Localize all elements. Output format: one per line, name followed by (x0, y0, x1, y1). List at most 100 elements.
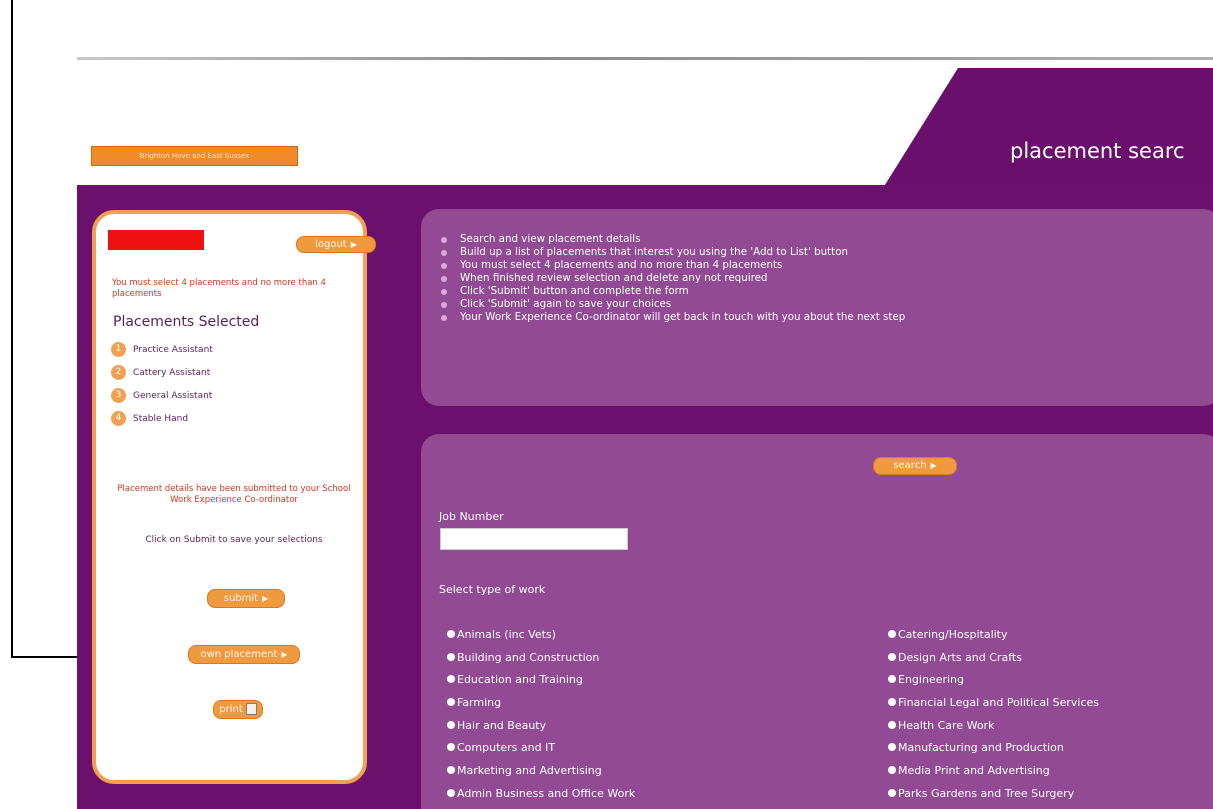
work-type-label: Manufacturing and Production (898, 741, 1064, 755)
work-type-option[interactable]: Hair and Beauty (447, 715, 635, 738)
search-label: search (893, 460, 927, 471)
radio-icon[interactable] (888, 766, 896, 775)
page-title: placement searc (1010, 139, 1185, 163)
selection-warning: You must select 4 placements and no more… (112, 278, 326, 299)
radio-icon[interactable] (888, 652, 896, 661)
page: Brighton Hove and East Sussex placement … (77, 57, 1213, 809)
instructions-list: Search and view placement details Build … (441, 233, 905, 324)
search-button[interactable]: search ▶ (873, 457, 957, 475)
radio-icon[interactable] (447, 788, 455, 797)
work-type-label: Engineering (898, 673, 964, 687)
instruction-item: When finished review selection and delet… (441, 272, 905, 285)
search-panel: search ▶ Job Number Select type of work A… (421, 434, 1213, 809)
placement-label: Cattery Assistant (133, 368, 211, 378)
selected-placement-item[interactable]: 4 Stable Hand (111, 411, 213, 434)
submit-label: submit (223, 593, 259, 604)
arrow-right-icon: ▶ (262, 594, 269, 603)
radio-icon[interactable] (888, 788, 896, 797)
job-number-label: Job Number (439, 510, 504, 523)
radio-icon[interactable] (447, 675, 455, 684)
work-type-label: Computers and IT (457, 741, 556, 755)
submit-instruction: Click on Submit to save your selections (145, 535, 323, 545)
work-type-option[interactable]: Health Care Work (888, 715, 1099, 738)
work-type-label: Media Print and Advertising (898, 764, 1050, 778)
work-type-option[interactable]: Marketing and Advertising (447, 760, 635, 783)
instruction-item: You must select 4 placements and no more… (441, 259, 905, 272)
work-type-option[interactable]: Farming (447, 692, 635, 715)
work-type-label: Parks Gardens and Tree Surgery (898, 786, 1075, 800)
work-type-label: Health Care Work (898, 718, 995, 732)
instruction-item: Click 'Submit' again to save your choice… (441, 298, 905, 311)
work-type-option[interactable]: Education and Training (447, 669, 635, 692)
placement-label: Stable Hand (133, 414, 189, 424)
arrow-right-icon: ▶ (350, 240, 357, 249)
own-placement-button[interactable]: own placement ▶ (188, 645, 300, 664)
placement-label: General Assistant (133, 391, 213, 401)
submit-button[interactable]: submit ▶ (207, 589, 285, 608)
work-type-label: Farming (457, 696, 502, 710)
logout-button[interactable]: logout ▶ (296, 236, 376, 253)
work-type-label: Catering/Hospitality (898, 628, 1008, 641)
header-title-banner (883, 68, 1213, 188)
work-type-label: Select type of work (439, 583, 546, 596)
sidebar: logout ▶ You must select 4 placements and… (92, 210, 376, 784)
work-type-label: Hair and Beauty (457, 718, 547, 732)
instruction-item: Build up a list of placements that inter… (441, 246, 905, 259)
radio-icon[interactable] (447, 720, 455, 729)
work-type-option[interactable]: Admin Business and Office Work (447, 783, 635, 806)
selected-placement-item[interactable]: 3 General Assistant (111, 388, 213, 411)
logout-label: logout (315, 239, 347, 250)
placement-label: Practice Assistant (133, 345, 213, 355)
work-type-label: Education and Training (457, 673, 583, 687)
work-type-option[interactable]: Media Print and Advertising (888, 760, 1099, 783)
work-type-label: Admin Business and Office Work (457, 786, 636, 800)
placement-number-badge: 4 (111, 411, 126, 426)
radio-icon[interactable] (888, 698, 896, 707)
user-name-redacted (108, 230, 204, 250)
work-type-option[interactable]: Catering/Hospitality (888, 624, 1099, 647)
work-type-option[interactable]: Engineering (888, 669, 1099, 692)
radio-icon[interactable] (447, 652, 455, 661)
arrow-right-icon: ▶ (930, 461, 937, 470)
work-type-option[interactable]: Manufacturing and Production (888, 737, 1099, 760)
submitted-message: Placement details have been submitted to… (117, 484, 351, 505)
selected-placement-item[interactable]: 2 Cattery Assistant (111, 365, 213, 388)
placement-number-badge: 2 (111, 365, 126, 380)
work-type-option[interactable]: Financial Legal and Political Services (888, 692, 1099, 715)
work-type-option[interactable]: Computers and IT (447, 737, 635, 760)
selected-placement-item[interactable]: 1 Practice Assistant (111, 342, 213, 365)
placement-number-badge: 1 (111, 342, 126, 357)
work-type-label: Design Arts and Crafts (898, 650, 1022, 664)
job-number-input[interactable] (440, 528, 628, 550)
radio-icon[interactable] (447, 743, 455, 752)
placements-selected-heading: Placements Selected (113, 314, 260, 330)
radio-icon[interactable] (888, 630, 896, 638)
instruction-item: Search and view placement details (441, 233, 905, 246)
arrow-right-icon: ▶ (281, 650, 288, 659)
work-type-option[interactable]: Animals (inc Vets) (447, 624, 635, 647)
placement-number-badge: 3 (111, 388, 126, 403)
instruction-item: Your Work Experience Co-ordinator will g… (441, 311, 905, 324)
work-type-label: Animals (inc Vets) (457, 628, 556, 641)
instructions-panel: Search and view placement details Build … (421, 209, 1213, 406)
header: Brighton Hove and East Sussex (77, 60, 1213, 188)
annotation-line-vertical (11, 0, 13, 657)
radio-icon[interactable] (888, 675, 896, 684)
work-type-option[interactable]: Building and Construction (447, 647, 635, 670)
radio-icon[interactable] (888, 720, 896, 729)
instruction-item: Click 'Submit' button and complete the f… (441, 285, 905, 298)
work-type-label: Marketing and Advertising (457, 764, 602, 778)
printer-icon (245, 703, 257, 715)
work-type-label: Building and Construction (457, 650, 600, 664)
print-button[interactable]: print (213, 700, 263, 719)
radio-icon[interactable] (447, 630, 455, 638)
radio-icon[interactable] (447, 766, 455, 775)
brand-button[interactable]: Brighton Hove and East Sussex (91, 146, 298, 166)
work-type-list-left: Animals (inc Vets) Building and Construc… (447, 624, 635, 806)
radio-icon[interactable] (888, 743, 896, 752)
work-type-label: Financial Legal and Political Services (898, 696, 1100, 710)
radio-icon[interactable] (447, 698, 455, 707)
work-type-option[interactable]: Design Arts and Crafts (888, 647, 1099, 670)
own-placement-label: own placement (200, 649, 278, 660)
work-type-option[interactable]: Parks Gardens and Tree Surgery (888, 783, 1099, 806)
